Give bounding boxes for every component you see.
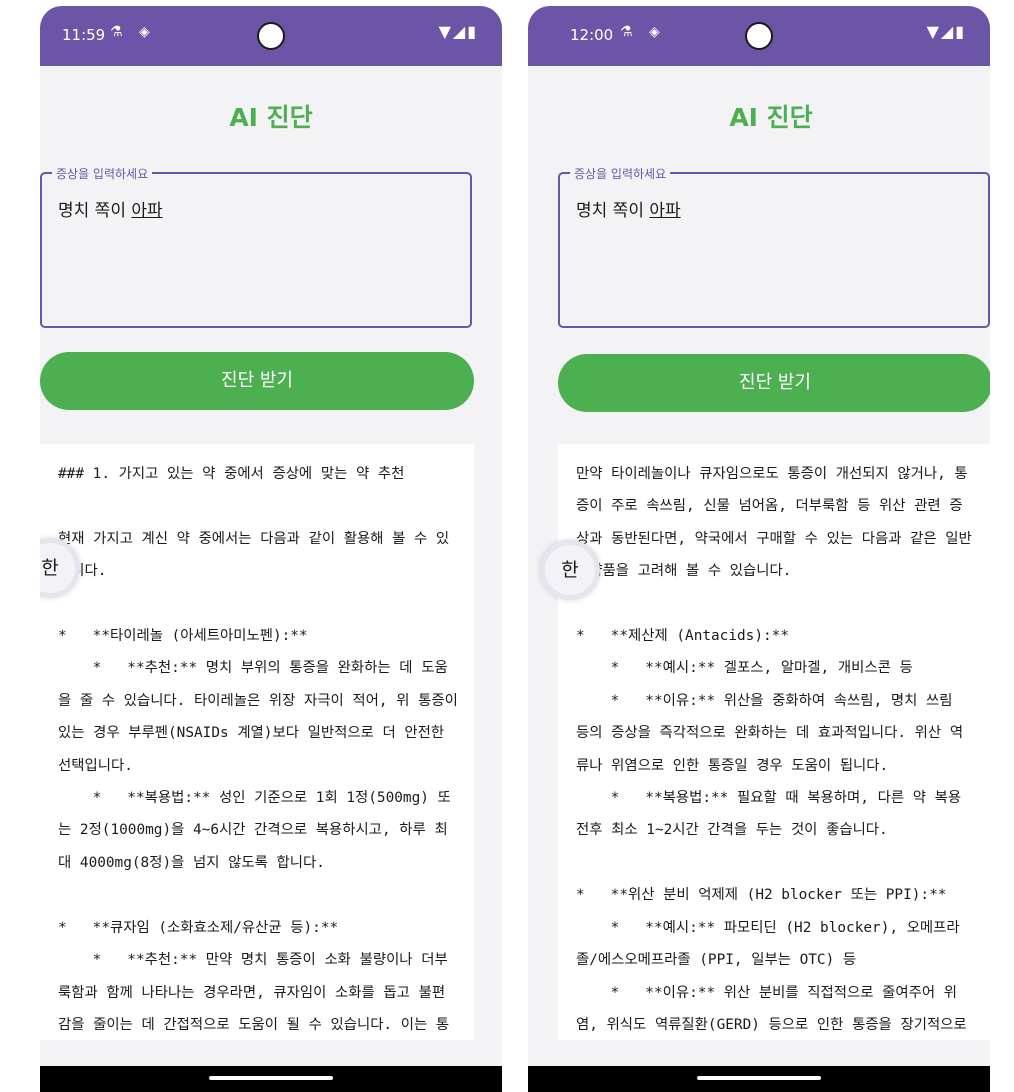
camera-cutout bbox=[257, 22, 285, 50]
diagnosis-result-card[interactable]: 만약 타이레놀이나 큐자임으로도 통증이 개선되지 않거나, 통증이 주로 속쓰… bbox=[558, 444, 990, 1040]
phone-screen-1: 11:59 ⚗ ◈ ▼◢▮ AI 진단 증상을 입력하세요 명치 쪽이 아파 진… bbox=[40, 6, 502, 1092]
phone-screen-2: 12:00 ⚗ ◈ ▼◢▮ AI 진단 증상을 입력하세요 명치 쪽이 아파 진… bbox=[528, 6, 990, 1092]
status-bar: 12:00 ⚗ ◈ ▼◢▮ bbox=[528, 6, 990, 66]
diagnose-button[interactable]: 진단 받기 bbox=[558, 354, 990, 412]
status-time: 12:00 bbox=[570, 26, 614, 44]
notification-icons: ⚗ ◈ bbox=[110, 24, 156, 40]
symptom-input[interactable]: 증상을 입력하세요 명치 쪽이 아파 bbox=[40, 165, 472, 328]
ime-toggle-button[interactable]: 한 bbox=[540, 540, 600, 600]
signal-battery-icons: ▼◢▮ bbox=[926, 22, 966, 41]
navigation-bar bbox=[528, 1066, 990, 1092]
symptom-input-label: 증상을 입력하세요 bbox=[52, 165, 153, 182]
camera-cutout bbox=[745, 22, 773, 50]
home-gesture-handle[interactable] bbox=[697, 1076, 821, 1080]
diagnosis-result-card[interactable]: ### 1. 가지고 있는 약 중에서 증상에 맞는 약 추천 현재 가지고 계… bbox=[40, 444, 474, 1040]
symptom-input-value[interactable]: 명치 쪽이 아파 bbox=[58, 196, 163, 221]
notification-icons: ⚗ ◈ bbox=[620, 24, 666, 40]
symptom-input[interactable]: 증상을 입력하세요 명치 쪽이 아파 bbox=[558, 165, 990, 328]
status-time: 11:59 bbox=[62, 26, 106, 44]
diagnosis-result-text: ### 1. 가지고 있는 약 중에서 증상에 맞는 약 추천 현재 가지고 계… bbox=[58, 466, 458, 1033]
symptom-input-label: 증상을 입력하세요 bbox=[570, 165, 671, 182]
diagnose-button[interactable]: 진단 받기 bbox=[40, 352, 474, 410]
page-title: AI 진단 bbox=[229, 103, 313, 132]
navigation-bar bbox=[40, 1066, 502, 1092]
diagnosis-result-text: 만약 타이레놀이나 큐자임으로도 통증이 개선되지 않거나, 통증이 주로 속쓰… bbox=[576, 466, 972, 1033]
status-bar: 11:59 ⚗ ◈ ▼◢▮ bbox=[40, 6, 502, 66]
symptom-input-value[interactable]: 명치 쪽이 아파 bbox=[576, 196, 681, 221]
page-title: AI 진단 bbox=[729, 103, 813, 132]
signal-battery-icons: ▼◢▮ bbox=[438, 22, 478, 41]
home-gesture-handle[interactable] bbox=[209, 1076, 333, 1080]
